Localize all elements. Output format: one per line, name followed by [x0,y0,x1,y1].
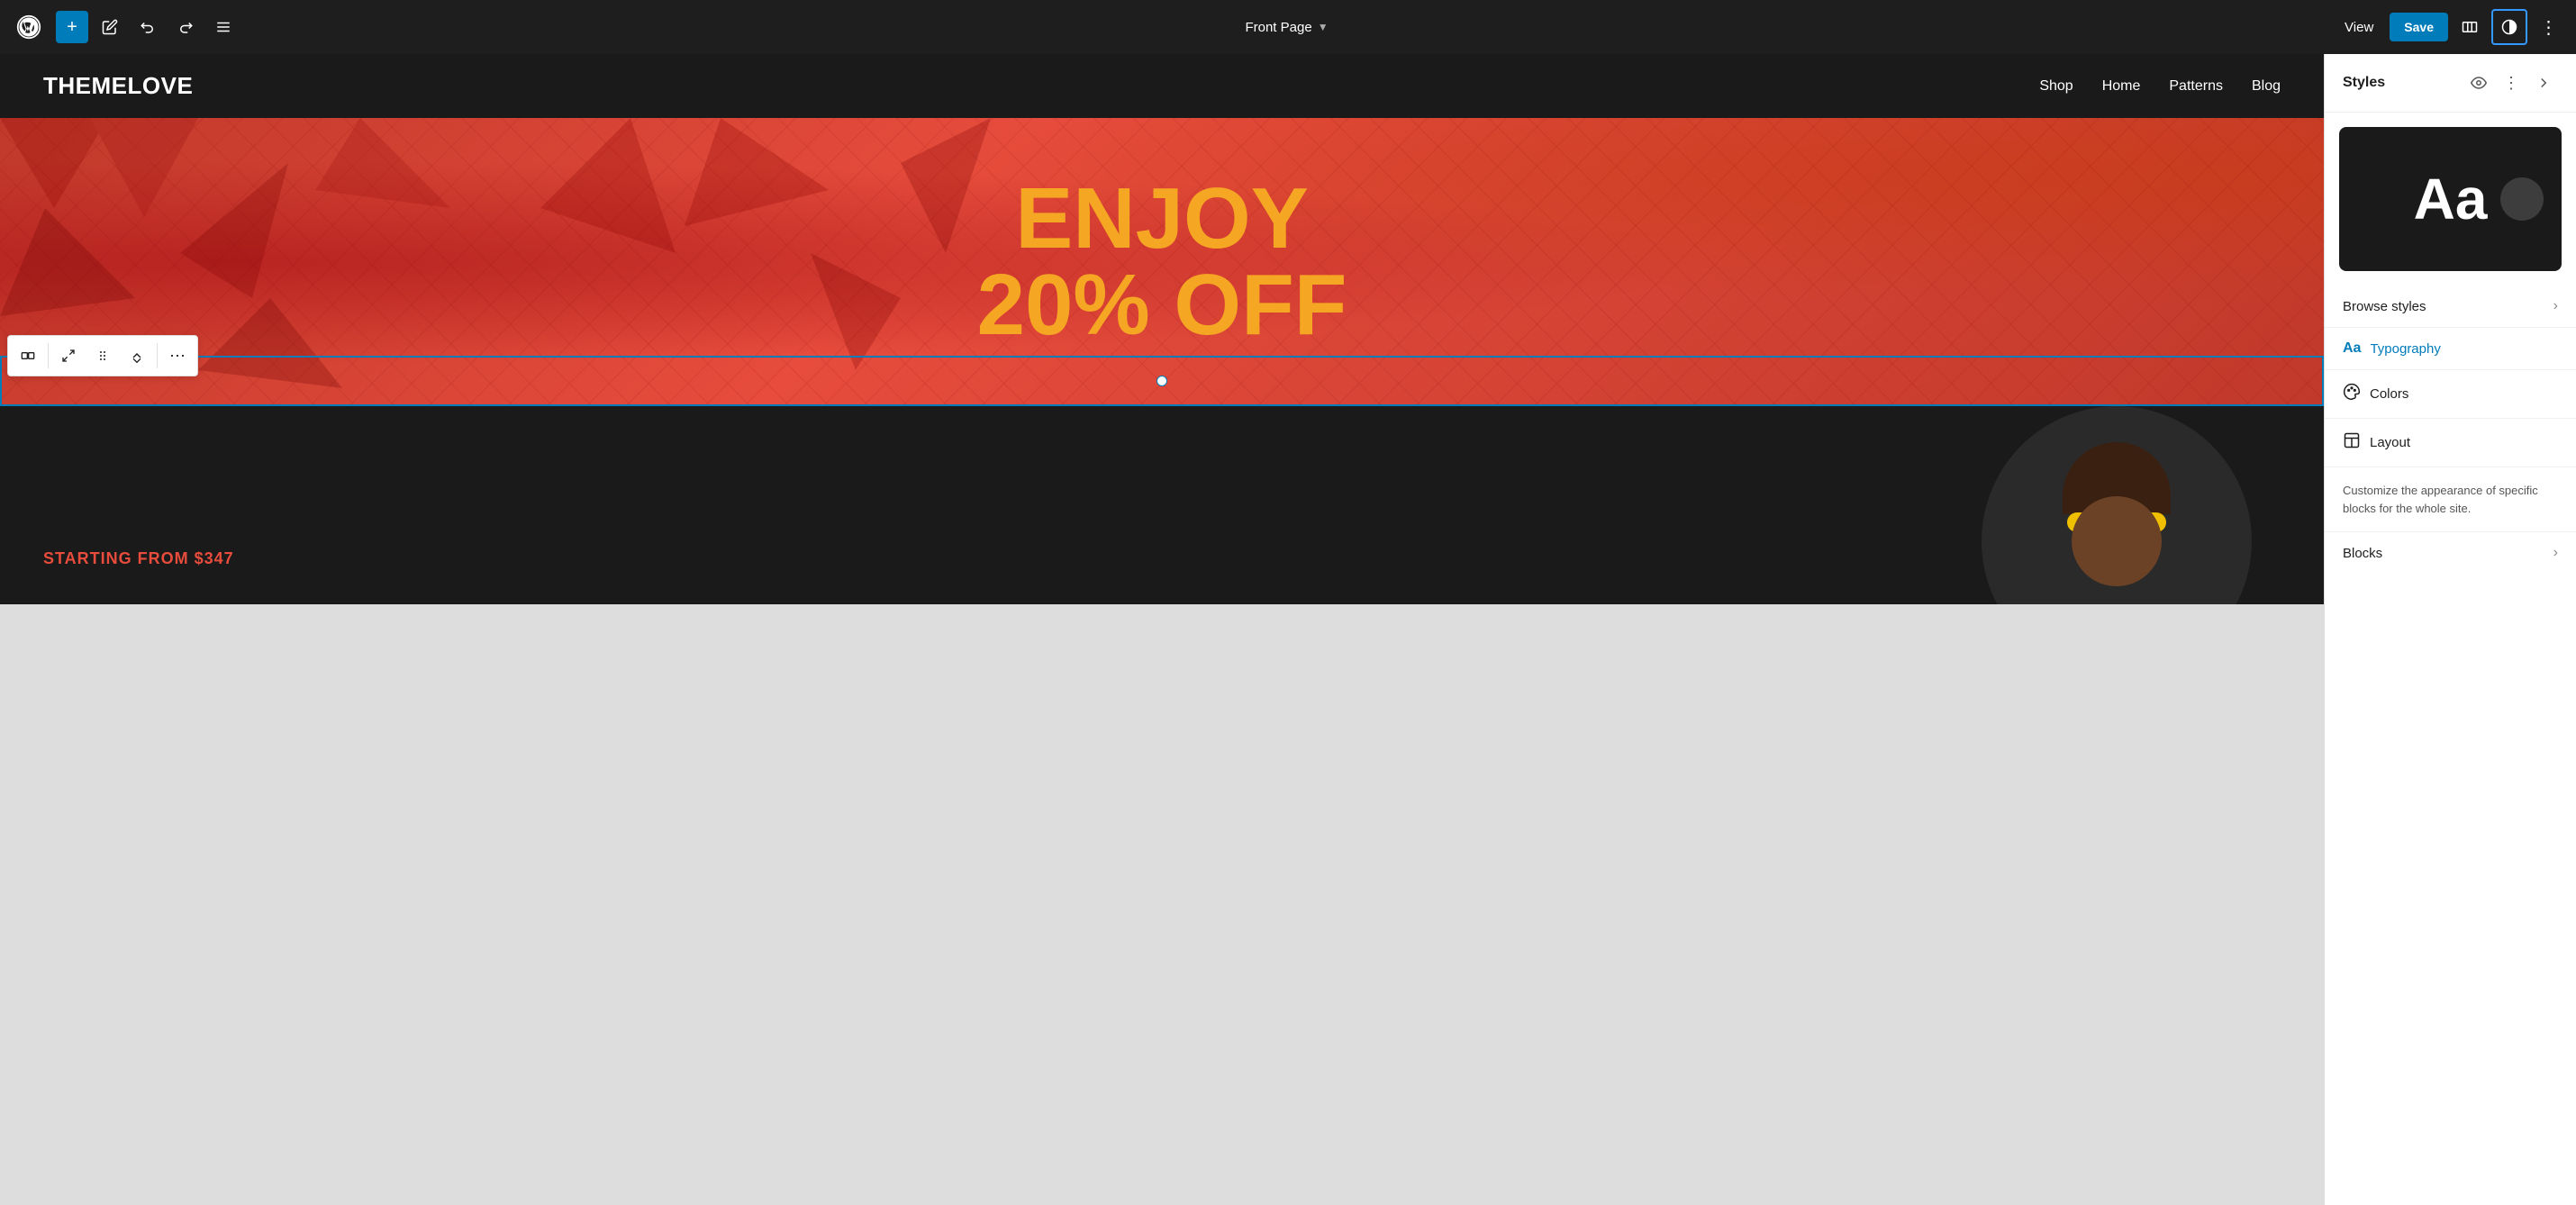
styles-toggle-container [2491,9,2527,45]
panel-title: Styles [2343,75,2385,91]
dark-section-inner: STARTING FROM $347 [0,531,277,586]
undo-button[interactable] [132,11,164,43]
typography-icon: Aa [2343,340,2361,357]
colors-icon [2343,383,2361,405]
person-illustration [2018,424,2216,604]
block-tool-updown[interactable] [121,340,153,372]
more-options-icon: ⋮ [2540,16,2559,39]
layout-icon [2343,431,2361,454]
dark-section: STARTING FROM $347 [0,406,2324,604]
hero-text: ENJOY 20% OFF [977,176,1347,349]
style-preview-card: Aa [2339,127,2562,271]
browse-styles-label: Browse styles [2343,299,2426,314]
page-title-button[interactable]: Front Page ▼ [1234,13,1338,42]
block-tool-drag[interactable] [86,340,119,372]
plus-icon: + [67,17,77,38]
main-toolbar: + Front Page ▼ [0,0,2576,54]
panel-header-icons: ⋮ [2464,68,2558,97]
block-toolbar: ⋯ [7,335,198,376]
person-head [2072,496,2162,586]
panel-more-button[interactable]: ⋮ [2497,68,2526,97]
resize-toggle-button[interactable] [2454,11,2486,43]
more-horiz-icon: ⋯ [169,347,186,366]
blocks-row[interactable]: Blocks › [2325,532,2576,574]
block-tool-divider-1 [48,343,49,368]
panel-eye-button[interactable] [2464,68,2493,97]
block-tool-more[interactable]: ⋯ [161,340,194,372]
block-tool-divider-2 [157,343,158,368]
more-options-button[interactable]: ⋮ [2533,11,2565,43]
nav-shop[interactable]: Shop [2039,78,2073,95]
toolbar-right: View Save ⋮ [2334,9,2565,45]
panel-header: Styles ⋮ [2325,54,2576,113]
blocks-chevron: › [2553,545,2558,561]
canvas-area[interactable]: THEMELOVE Shop Home Patterns Blog [0,54,2324,1205]
styles-panel: Styles ⋮ [2324,54,2576,1205]
style-preview-circle [2500,177,2544,221]
toolbar-center: Front Page ▼ [245,13,2328,42]
starting-from-text: STARTING FROM $347 [43,549,234,568]
block-tool-group[interactable] [12,340,44,372]
layout-label: Layout [2370,435,2558,450]
page-title-label: Front Page [1245,20,1311,35]
list-view-button[interactable] [207,11,240,43]
save-button[interactable]: Save [2390,13,2448,41]
wp-logo[interactable] [11,9,47,45]
colors-label: Colors [2370,386,2558,402]
styles-toggle-button[interactable] [2493,11,2526,43]
site-logo: THEMELOVE [43,72,193,100]
browse-styles-row[interactable]: Browse styles › [2325,285,2576,328]
block-tool-expand[interactable] [52,340,85,372]
nav-patterns[interactable]: Patterns [2169,78,2223,95]
layout-row[interactable]: Layout [2325,419,2576,467]
nav-blog[interactable]: Blog [2252,78,2281,95]
panel-close-button[interactable] [2529,68,2558,97]
site-nav: Shop Home Patterns Blog [2039,78,2281,95]
nav-home[interactable]: Home [2102,78,2141,95]
panel-more-icon: ⋮ [2503,74,2519,93]
typography-row[interactable]: Aa Typography [2325,328,2576,370]
style-preview-text: Aa [2414,166,2488,232]
site-header: THEMELOVE Shop Home Patterns Blog [0,54,2324,118]
blocks-label: Blocks [2343,546,2382,561]
hero-title: ENJOY 20% OFF [977,176,1347,349]
panel-description: Customize the appearance of specific blo… [2325,467,2576,532]
chevron-down-icon: ▼ [1318,21,1329,33]
pen-tool-button[interactable] [94,11,126,43]
browse-styles-chevron: › [2553,298,2558,314]
colors-row[interactable]: Colors [2325,370,2576,419]
main-layout: THEMELOVE Shop Home Patterns Blog [0,54,2576,1205]
hero-section[interactable]: ENJOY 20% OFF [0,118,2324,406]
view-button[interactable]: View [2334,13,2384,42]
typography-label: Typography [2370,341,2558,357]
redo-button[interactable] [169,11,202,43]
add-block-button[interactable]: + [56,11,88,43]
